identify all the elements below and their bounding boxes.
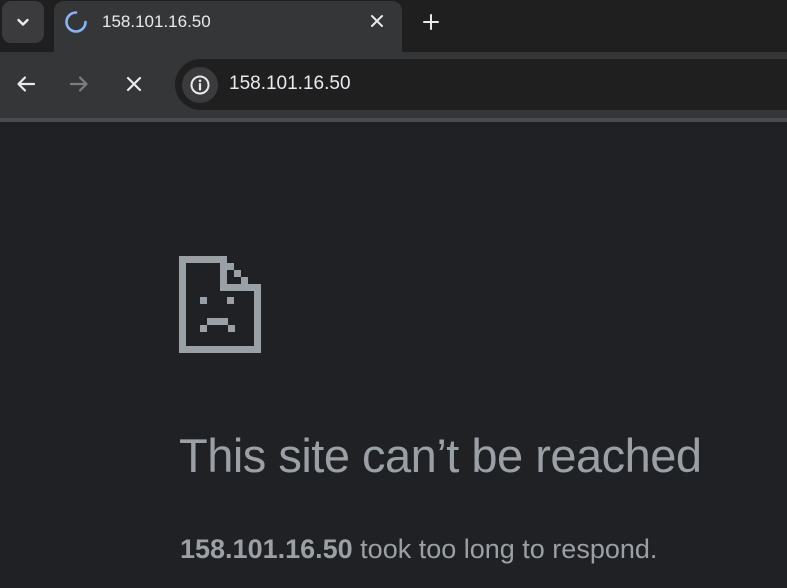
url-text[interactable]: 158.101.16.50 — [229, 73, 351, 95]
plus-icon — [423, 14, 439, 30]
back-button[interactable] — [11, 69, 41, 99]
tab-active[interactable]: 158.101.16.50 — [54, 1, 402, 52]
error-detail-text: took too long to respond. — [352, 534, 658, 564]
stop-button[interactable] — [119, 69, 149, 99]
tab-search-button[interactable] — [2, 1, 44, 43]
address-bar[interactable]: 158.101.16.50 — [175, 59, 787, 110]
tab-title: 158.101.16.50 — [102, 12, 211, 31]
tab-close-button[interactable] — [366, 10, 388, 32]
new-tab-button[interactable] — [418, 9, 444, 35]
browser-window: 158.101.16.50 158.101.16.50 This site ca… — [0, 0, 787, 588]
toolbar: 158.101.16.50 — [0, 52, 787, 118]
site-info-button[interactable] — [182, 67, 218, 103]
error-detail: 158.101.16.50 took too long to respond. — [180, 534, 657, 565]
forward-button[interactable] — [64, 69, 94, 99]
arrow-right-icon — [69, 76, 88, 92]
arrow-left-icon — [17, 76, 36, 92]
close-icon — [126, 76, 142, 92]
error-host: 158.101.16.50 — [180, 534, 353, 564]
close-icon — [371, 15, 383, 27]
page-content: This site can’t be reached 158.101.16.50… — [0, 122, 787, 588]
error-title: This site can’t be reached — [179, 429, 702, 482]
tab-strip: 158.101.16.50 — [0, 0, 787, 52]
chevron-down-icon — [17, 18, 29, 26]
sad-page-icon — [179, 256, 261, 353]
info-icon — [190, 75, 210, 95]
loading-spinner-icon — [65, 11, 87, 33]
